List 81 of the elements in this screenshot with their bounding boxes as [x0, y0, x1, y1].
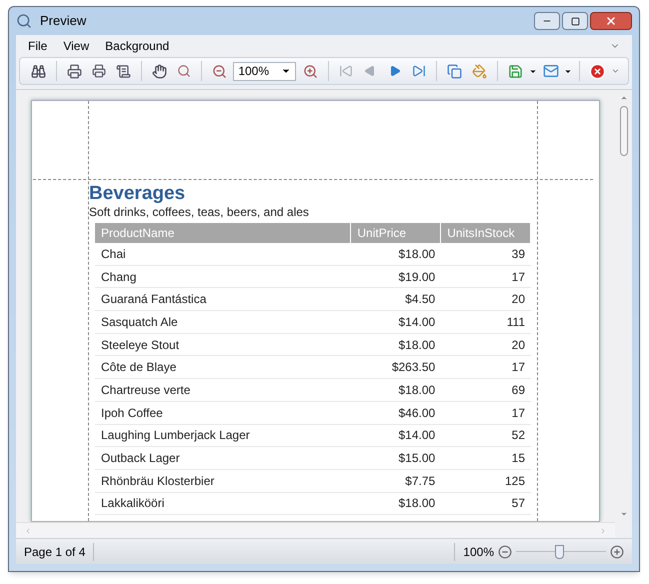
table-cell-text: 125 — [504, 472, 526, 490]
close-button[interactable] — [590, 12, 632, 30]
table-cell-text: $18.00 — [398, 336, 436, 354]
zoom-out-button[interactable] — [498, 544, 512, 558]
zoom-in-button[interactable] — [610, 544, 624, 558]
app-icon — [16, 13, 32, 29]
triangle-arrow-icon — [388, 65, 401, 77]
menu-item[interactable]: View — [63, 37, 90, 55]
table-cell-text: Guaraná Fantástica — [100, 291, 208, 308]
table-cell-text: $15.00 — [398, 450, 436, 468]
table-cell-text: Outback Lager — [100, 450, 181, 468]
table-cell-text: $46.00 — [398, 404, 436, 422]
pages-icon — [447, 64, 462, 78]
binoculars-icon — [31, 64, 46, 78]
menu-item[interactable]: File — [28, 37, 48, 55]
paint-bucket-icon — [472, 64, 487, 78]
table-cell-text: Ipoh Coffee — [100, 404, 164, 422]
skip-arrow-icon — [339, 64, 354, 78]
scroll-down-icon — [620, 510, 628, 518]
maximize-icon — [570, 16, 580, 26]
plus-icon — [610, 544, 624, 558]
table-cell-text: 17 — [510, 359, 526, 376]
table-cell-text: $14.00 — [398, 314, 436, 331]
report-title: Beverages — [89, 183, 186, 205]
table-cell-text: 52 — [510, 427, 526, 444]
scroll-left-icon — [24, 526, 32, 534]
skip-arrow-icon — [412, 64, 426, 78]
table-cell-text: $263.50 — [390, 359, 436, 376]
table-cell-text: 111 — [506, 314, 526, 331]
table-cell-text: $14.00 — [398, 427, 436, 444]
table-cell-text: $18.00 — [398, 246, 436, 263]
scroll-right-icon — [599, 526, 607, 534]
table-cell-text: $19.00 — [398, 268, 436, 286]
window-title: Preview — [40, 12, 86, 30]
minus-icon — [498, 544, 512, 558]
table-cell-text: 69 — [510, 382, 526, 399]
envelope-icon — [542, 63, 559, 79]
table-cell-text: $4.50 — [404, 291, 436, 308]
zoom-slider[interactable] — [516, 544, 606, 558]
table-cell-text: Laughing Lumberjack Lager — [100, 427, 251, 444]
table-cell-text: Côte de Blaye — [100, 359, 178, 376]
table-cell-text: Chai — [100, 246, 127, 263]
zoom-combo[interactable]: 100% — [233, 62, 296, 80]
scroll-up-icon — [620, 94, 628, 102]
triangle-arrow-icon — [364, 65, 376, 77]
zoom-level-text: 100% — [454, 542, 494, 560]
table-cell-text: $7.75 — [404, 472, 436, 490]
table-cell-text: $18.00 — [398, 382, 436, 399]
slider-thumb[interactable] — [555, 544, 564, 558]
printer-icon — [92, 64, 106, 78]
maximize-button[interactable] — [562, 12, 588, 30]
table-cell-text: 57 — [510, 495, 526, 512]
table-cell-text: 17 — [510, 404, 526, 422]
horizontal-scrollbar[interactable] — [16, 522, 615, 538]
table-cell-text: 15 — [510, 450, 526, 468]
report-subtitle: Soft drinks, coffees, teas, beers, and ales — [89, 205, 310, 219]
close-icon — [589, 62, 606, 80]
table-cell-text: Steeleye Stout — [100, 336, 180, 354]
table-cell-text: Lakkalikööri — [100, 495, 166, 512]
table-cell-text: Chang — [100, 268, 138, 286]
column-header: UnitsInStock — [441, 223, 532, 243]
page-indicator: Page 1 of 4 — [24, 542, 94, 560]
table-cell-text: 17 — [510, 268, 526, 286]
column-header: ProductName — [95, 223, 352, 243]
printer-icon — [67, 64, 82, 78]
hand-icon — [152, 64, 167, 78]
table-cell-text: Sasquatch Ale — [100, 314, 179, 331]
table-cell-text: 20 — [510, 291, 526, 308]
table-cell-text: 20 — [510, 336, 526, 354]
zoom-out-icon — [212, 64, 228, 78]
scroll-thumb[interactable] — [620, 106, 628, 156]
table-cell-text: Chartreuse verte — [100, 382, 192, 399]
zoom-in-icon — [302, 64, 318, 78]
table-cell-text: 39 — [510, 246, 526, 263]
column-header: UnitPrice — [351, 223, 442, 243]
magnifier-icon — [176, 64, 191, 78]
scroll-icon — [116, 64, 131, 78]
table-cell-text: Rhönbräu Klosterbier — [100, 472, 216, 490]
table-cell-text: $18.00 — [398, 495, 436, 512]
close-icon — [605, 15, 617, 27]
menu-item[interactable]: Background — [105, 37, 170, 55]
